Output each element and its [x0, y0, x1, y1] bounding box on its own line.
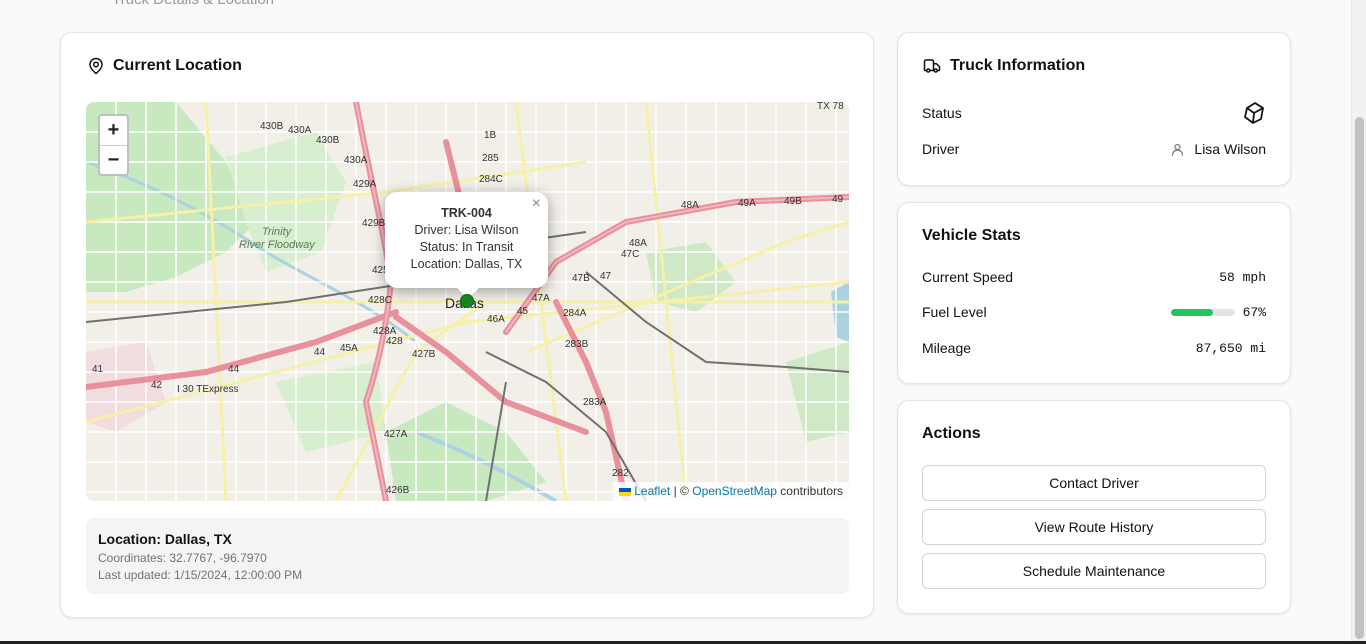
fuel-bar-fill	[1170, 308, 1214, 316]
location-map[interactable]: 430B 430A 430B 430A 429A 429B 425 428C 428A 4…	[86, 102, 849, 501]
attribution-contributors: contributors	[780, 484, 843, 498]
svg-text:284C: 284C	[479, 174, 503, 185]
driver-name: Lisa Wilson	[1194, 141, 1266, 157]
svg-text:427B: 427B	[412, 349, 436, 360]
svg-text:430B: 430B	[260, 121, 284, 132]
contact-driver-button[interactable]: Contact Driver	[922, 465, 1266, 501]
svg-text:429A: 429A	[353, 179, 377, 190]
svg-text:44: 44	[314, 347, 326, 358]
svg-text:41: 41	[92, 364, 104, 375]
speed-value: 58 mph	[1219, 269, 1266, 285]
fuel-bar-track	[1170, 308, 1235, 316]
map-area-label-floodway: River Floodway	[239, 239, 316, 251]
svg-text:45: 45	[517, 306, 529, 317]
map-area-label-trinity: Trinity	[262, 226, 293, 238]
map-attribution: Leaflet | © OpenStreetMap contributors	[613, 482, 849, 501]
svg-text:48A: 48A	[629, 238, 647, 249]
svg-text:283A: 283A	[583, 397, 607, 408]
svg-text:49B: 49B	[784, 196, 802, 207]
svg-text:285: 285	[482, 153, 499, 164]
popup-title: TRK-004	[441, 206, 492, 220]
map-pin-icon	[89, 57, 103, 75]
coordinates-text: Coordinates: 32.7767, -96.7970	[98, 551, 267, 565]
vehicle-stats-card: Vehicle Stats Current Speed 58 mph Fuel …	[897, 202, 1291, 384]
svg-text:45A: 45A	[340, 343, 358, 354]
fuel-indicator: 67%	[1170, 304, 1266, 320]
svg-text:TX 78: TX 78	[817, 102, 844, 112]
page-subtitle: Truck Details & Location	[112, 0, 274, 8]
svg-text:49A: 49A	[738, 198, 756, 209]
driver-label: Driver	[922, 141, 960, 157]
actions-header: Actions	[922, 425, 981, 443]
openstreetmap-link[interactable]: OpenStreetMap	[692, 484, 777, 498]
svg-text:44: 44	[228, 364, 240, 375]
svg-text:42: 42	[151, 380, 163, 391]
svg-text:430B: 430B	[316, 135, 340, 146]
svg-text:427A: 427A	[384, 429, 408, 440]
leaflet-link[interactable]: Leaflet	[634, 484, 670, 498]
fuel-value: 67%	[1242, 304, 1266, 320]
mileage-label: Mileage	[922, 340, 972, 356]
scrollbar-thumb[interactable]	[1355, 117, 1364, 639]
fuel-row: Fuel Level 67%	[922, 304, 1266, 320]
popup-close-icon[interactable]: ×	[532, 195, 541, 212]
truck-information-header: Truck Information	[922, 57, 1085, 75]
truck-icon	[923, 59, 941, 73]
driver-row: Driver Lisa Wilson	[922, 141, 1266, 157]
mileage-row: Mileage 87,650 mi	[922, 340, 1266, 356]
last-updated-text: Last updated: 1/15/2024, 12:00:00 PM	[98, 568, 303, 582]
popup-status: Status: In Transit	[419, 240, 514, 254]
svg-text:283B: 283B	[565, 339, 589, 350]
svg-text:48A: 48A	[681, 200, 699, 211]
cube-icon	[1244, 102, 1264, 124]
svg-text:47B: 47B	[572, 273, 590, 284]
zoom-out-button[interactable]: −	[100, 145, 127, 174]
actions-title: Actions	[922, 425, 981, 442]
svg-text:282: 282	[612, 468, 629, 479]
actions-card: Actions Contact Driver View Route Histor…	[897, 400, 1291, 614]
vehicle-stats-title: Vehicle Stats	[922, 227, 1021, 244]
driver-value: Lisa Wilson	[1170, 141, 1266, 157]
svg-text:47A: 47A	[532, 293, 550, 304]
schedule-maintenance-button[interactable]: Schedule Maintenance	[922, 553, 1266, 589]
svg-text:1B: 1B	[484, 130, 497, 141]
user-icon	[1172, 143, 1184, 156]
zoom-control[interactable]: + −	[98, 114, 129, 176]
truck-marker[interactable]	[460, 294, 474, 308]
svg-text:429B: 429B	[362, 218, 386, 229]
svg-text:430A: 430A	[344, 155, 368, 166]
svg-text:284A: 284A	[563, 308, 587, 319]
truck-information-card: Truck Information Status Driver Lisa Wil…	[897, 32, 1291, 186]
svg-text:I 30 TExpress: I 30 TExpress	[177, 384, 239, 395]
svg-text:426B: 426B	[386, 485, 410, 496]
zoom-in-button[interactable]: +	[100, 116, 127, 145]
view-route-history-button[interactable]: View Route History	[922, 509, 1266, 545]
truck-popup: × TRK-004 Driver: Lisa Wilson Status: In…	[385, 192, 548, 288]
fuel-label: Fuel Level	[922, 304, 987, 320]
location-text: Location: Dallas, TX	[98, 531, 232, 547]
svg-text:49: 49	[832, 194, 844, 205]
svg-text:47C: 47C	[621, 249, 639, 260]
svg-text:430A: 430A	[288, 125, 312, 136]
page-scrollbar[interactable]	[1351, 0, 1366, 644]
attribution-separator: | ©	[673, 484, 689, 498]
svg-text:428: 428	[386, 336, 403, 347]
popup-location: Location: Dallas, TX	[410, 257, 523, 271]
status-label: Status	[922, 105, 962, 121]
current-location-header: Current Location	[87, 57, 242, 75]
ukraine-flag-icon	[619, 487, 632, 496]
location-info-box: Location: Dallas, TX Coordinates: 32.776…	[86, 518, 849, 594]
vehicle-stats-header: Vehicle Stats	[922, 227, 1021, 245]
svg-text:47: 47	[600, 271, 612, 282]
speed-label: Current Speed	[922, 269, 1014, 285]
current-location-title: Current Location	[113, 57, 242, 74]
svg-text:46A: 46A	[487, 314, 505, 325]
current-location-card: Current Location 430B 430A 430B 430A 429…	[60, 32, 874, 618]
status-row: Status	[922, 101, 1266, 125]
popup-driver: Driver: Lisa Wilson	[414, 223, 519, 237]
truck-information-title: Truck Information	[950, 57, 1086, 74]
speed-row: Current Speed 58 mph	[922, 269, 1266, 285]
svg-text:428C: 428C	[368, 295, 392, 306]
mileage-value: 87,650 mi	[1195, 340, 1266, 356]
